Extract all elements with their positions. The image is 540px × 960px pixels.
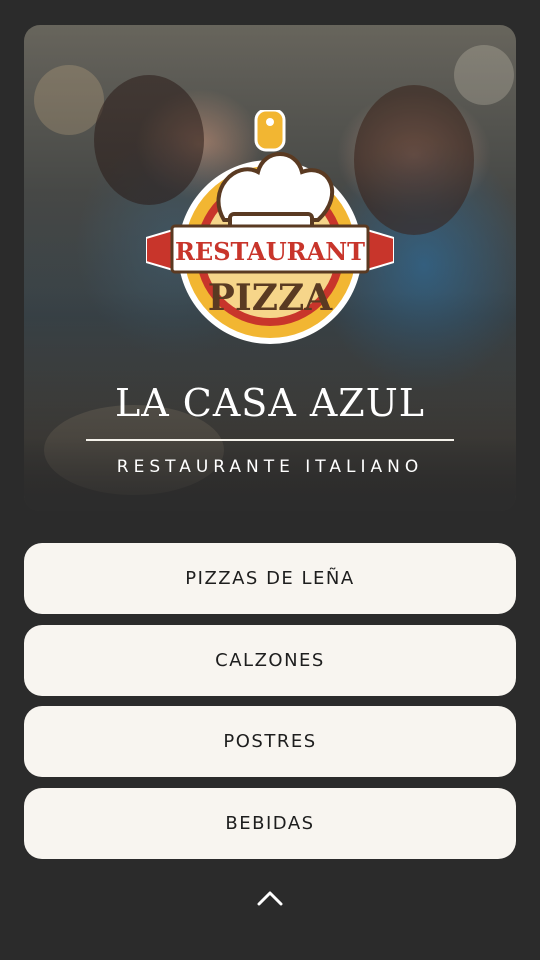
menu-link-postres[interactable]: POSTRES <box>24 706 516 777</box>
chevron-up-icon <box>257 891 283 906</box>
menu-link-calzones[interactable]: CALZONES <box>24 625 516 696</box>
link-page: RESTAURANT PIZZA LA CASA AZUL RESTAURANT… <box>0 0 540 960</box>
menu-link-label: POSTRES <box>223 731 317 752</box>
menu-link-bebidas[interactable]: BEBIDAS <box>24 788 516 859</box>
menu-link-label: CALZONES <box>215 650 325 671</box>
page-subtitle: RESTAURANTE ITALIANO <box>116 457 424 477</box>
restaurant-pizza-logo: RESTAURANT PIZZA <box>146 110 394 344</box>
logo-top-text: RESTAURANT <box>175 237 365 266</box>
menu-link-label: BEBIDAS <box>225 813 315 834</box>
menu-link-label: PIZZAS DE LEÑA <box>185 568 355 589</box>
scroll-to-top-button[interactable] <box>250 880 290 916</box>
menu-link-pizzas[interactable]: PIZZAS DE LEÑA <box>24 543 516 614</box>
title-divider <box>86 439 454 441</box>
logo-bottom-text: PIZZA <box>208 277 333 319</box>
page-title: LA CASA AZUL <box>115 381 425 425</box>
hero-banner: RESTAURANT PIZZA LA CASA AZUL RESTAURANT… <box>24 25 516 511</box>
